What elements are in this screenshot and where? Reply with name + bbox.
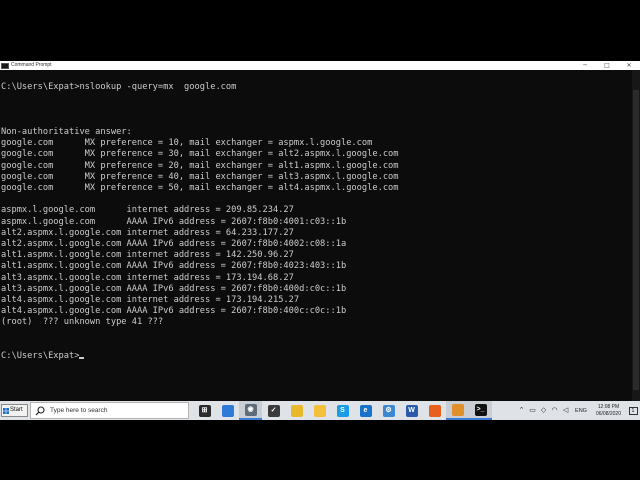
- console-prompt: C:\Users\Expat>: [1, 351, 85, 362]
- console-output[interactable]: C:\Users\Expat>nslookup -query=mx google…: [0, 70, 632, 402]
- task-view-icon: ⊞: [198, 404, 211, 417]
- clock-time: 12:08 PM: [597, 403, 620, 410]
- console-line: alt3.aspmx.l.google.com AAAA IPv6 addres…: [1, 283, 347, 294]
- gear-icon: ⚙: [382, 404, 395, 417]
- command-prompt-window[interactable]: Command Prompt ─ □ ✕ C:\Users\Expat>nslo…: [0, 61, 640, 402]
- taskbar-app-screen-recorder[interactable]: ◉: [239, 401, 262, 420]
- start-label: Start: [10, 407, 23, 413]
- console-line: C:\Users\Expat>nslookup -query=mx google…: [1, 82, 237, 93]
- scrollbar[interactable]: [632, 70, 640, 402]
- wifi-icon[interactable]: ◠: [549, 401, 560, 420]
- skype-icon: S: [336, 404, 349, 417]
- search-icon: [35, 405, 45, 415]
- shield-icon: ✓: [267, 404, 280, 417]
- start-button[interactable]: Start: [1, 404, 28, 417]
- window-title: Command Prompt: [11, 62, 52, 68]
- console-line: aspmx.l.google.com internet address = 20…: [1, 205, 294, 216]
- taskbar-app-task-view[interactable]: ⊞: [193, 401, 216, 420]
- console-line: alt4.aspmx.l.google.com AAAA IPv6 addres…: [1, 306, 347, 317]
- console-line: (root) ??? unknown type 41 ???: [1, 317, 164, 328]
- console-line: aspmx.l.google.com AAAA IPv6 address = 2…: [1, 216, 347, 227]
- taskbar-apps: ⊞ ◉ ✓ Se ⚙ W >_: [193, 401, 492, 420]
- console-line: alt4.aspmx.l.google.com internet address…: [1, 295, 300, 305]
- terminal-icon: [1, 62, 9, 69]
- file-explorer-icon: [313, 404, 326, 417]
- console-line: alt2.aspmx.l.google.com AAAA IPv6 addres…: [1, 239, 347, 249]
- system-tray: ⌃ ▭ ◇ ◠ ◁ ENG 12:08 PM 06/08/2020 1: [516, 401, 640, 420]
- volume-icon[interactable]: ◁: [560, 401, 571, 420]
- dropbox-icon[interactable]: ◇: [538, 401, 549, 420]
- chevron-up-icon[interactable]: ⌃: [516, 401, 527, 420]
- console-line: google.com MX preference = 30, mail exch…: [1, 149, 399, 160]
- edge-icon: e: [359, 404, 372, 417]
- firefox-icon: [428, 404, 441, 417]
- console-line: google.com MX preference = 10, mail exch…: [1, 138, 373, 149]
- language-indicator[interactable]: ENG: [575, 408, 587, 414]
- search-input[interactable]: [50, 407, 180, 414]
- prompt-text: C:\Users\Expat>: [1, 351, 80, 361]
- record-icon: ◉: [244, 403, 257, 416]
- terminal-icon: >_: [474, 403, 487, 416]
- taskbar-app-word[interactable]: W: [400, 401, 423, 420]
- console-line: alt1.aspmx.l.google.com internet address…: [1, 250, 294, 261]
- network-icon[interactable]: ▭: [527, 401, 538, 420]
- text-cursor: [79, 357, 85, 359]
- console-line: alt3.aspmx.l.google.com internet address…: [1, 272, 294, 283]
- taskbar-app-settings[interactable]: ⚙: [377, 401, 400, 420]
- taskbar-search[interactable]: [30, 402, 189, 419]
- title-bar[interactable]: Command Prompt ─ □ ✕: [0, 61, 640, 70]
- taskbar-app-chrome[interactable]: [285, 401, 308, 420]
- console-line: google.com MX preference = 20, mail exch…: [1, 160, 399, 171]
- console-line: alt1.aspmx.l.google.com AAAA IPv6 addres…: [1, 261, 347, 272]
- maximize-button[interactable]: □: [596, 61, 618, 70]
- taskbar-app-file-explorer-blue[interactable]: [216, 401, 239, 420]
- console-line: Non-authoritative answer:: [1, 127, 132, 137]
- windows-logo-icon: [3, 407, 9, 414]
- taskbar-app-shield-app[interactable]: ✓: [262, 401, 285, 420]
- word-icon: W: [405, 404, 418, 417]
- taskbar-app-command-prompt[interactable]: >_: [469, 401, 492, 420]
- folder-icon: [221, 404, 234, 417]
- taskbar-app-firefox[interactable]: [423, 401, 446, 420]
- notifications-button[interactable]: 1: [626, 401, 640, 420]
- chrome-icon: [290, 404, 303, 417]
- package-icon: [451, 403, 464, 416]
- taskbar-app-edge[interactable]: e: [354, 401, 377, 420]
- taskbar: Start ⊞ ◉ ✓ Se ⚙ W >_ ⌃ ▭ ◇ ◠ ◁ ENG 12:08 PM 0…: [0, 401, 640, 420]
- window-controls: ─ □ ✕: [574, 61, 640, 70]
- desktop: Command Prompt ─ □ ✕ C:\Users\Expat>nslo…: [0, 0, 640, 480]
- clock-date: 06/08/2020: [595, 410, 621, 417]
- console-line: google.com MX preference = 50, mail exch…: [1, 183, 399, 193]
- scrollbar-thumb[interactable]: [633, 90, 639, 390]
- minimize-button[interactable]: ─: [574, 61, 596, 70]
- console-line: google.com MX preference = 40, mail exch…: [1, 171, 399, 182]
- taskbar-app-skype[interactable]: S: [331, 401, 354, 420]
- taskbar-app-file-explorer[interactable]: [308, 401, 331, 420]
- close-button[interactable]: ✕: [618, 61, 640, 70]
- taskbar-app-app-orange[interactable]: [446, 401, 469, 420]
- notification-icon: 1: [628, 406, 638, 415]
- console-line: alt2.aspmx.l.google.com internet address…: [1, 227, 294, 238]
- clock[interactable]: 12:08 PM 06/08/2020: [596, 404, 621, 418]
